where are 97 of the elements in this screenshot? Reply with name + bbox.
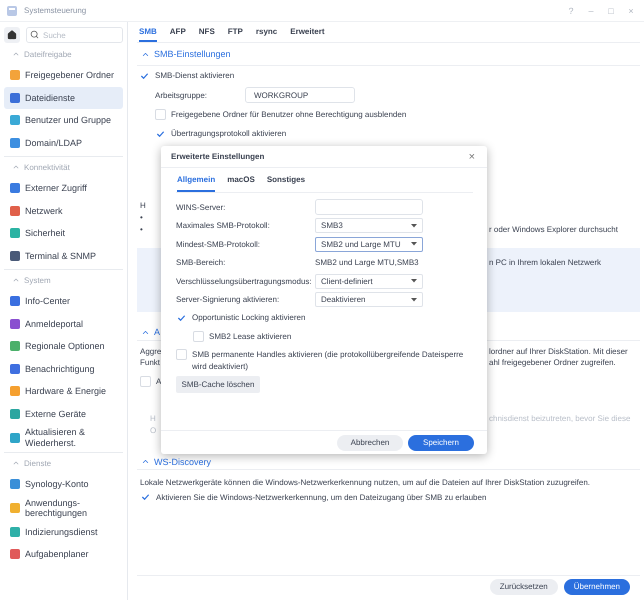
sidebar-item[interactable]: Regionale Optionen bbox=[4, 335, 123, 358]
text-fragment: ahl freigegebener Ordner zugreifen. bbox=[488, 358, 617, 367]
footer-button[interactable]: Zurücksetzen bbox=[490, 578, 558, 594]
sidebar-item[interactable]: Dateidienste bbox=[4, 86, 123, 109]
dialog-button[interactable]: Speichern bbox=[408, 434, 474, 450]
checkbox[interactable] bbox=[155, 109, 166, 120]
checkbox[interactable] bbox=[176, 349, 187, 360]
checkbox[interactable] bbox=[176, 312, 187, 324]
checkbox-label: Aktivieren Sie die Windows-Netzwerkerkennung, um den Dateizugang über SMB zu erlauben bbox=[156, 492, 486, 502]
section-title: A bbox=[154, 327, 160, 337]
field-label: WINS-Server: bbox=[176, 202, 226, 212]
group-title: Konnektivität bbox=[24, 162, 70, 172]
dropdown[interactable]: Deaktivieren bbox=[315, 292, 423, 308]
section-title: SMB-Einstellungen bbox=[154, 49, 231, 59]
checkbox-label: Freigegebene Ordner für Benutzer ohne Berechtigung ausblenden bbox=[171, 110, 406, 119]
checkbox[interactable] bbox=[193, 331, 204, 342]
chevron-icon bbox=[12, 50, 20, 58]
sidebar-item[interactable]: Indizierungsdienst bbox=[4, 520, 123, 543]
sidebar-item[interactable]: Benutzer und Gruppe bbox=[4, 109, 123, 132]
checkbox-label: SMB permanente Handles aktivieren (die protokollübergreifende Dateisperre wird deaktiviert) bbox=[192, 349, 464, 373]
sidebar-item[interactable]: Externer Zugriff bbox=[4, 177, 123, 200]
text-fragment: chnisdienst beizutreten, bevor Sie diese bbox=[488, 414, 632, 422]
sidebar-item[interactable]: Netzwerk bbox=[4, 200, 123, 222]
group-title: Dateifreigabe bbox=[24, 50, 72, 58]
sidebar-item[interactable]: Terminal & SNMP bbox=[4, 244, 123, 267]
dropdown[interactable]: SMB3 bbox=[315, 218, 423, 234]
sidebar-item[interactable]: Sicherheit bbox=[4, 222, 123, 244]
field-label: Verschlüsselungsübertragungsmodus: bbox=[176, 276, 313, 286]
search-field[interactable]: Suche bbox=[26, 27, 123, 43]
caret-icon bbox=[411, 224, 417, 228]
close-button[interactable]: × bbox=[468, 150, 475, 162]
field-label: Mindest-SMB-Protokoll: bbox=[176, 240, 262, 249]
description-text: Lokale Netzwerkgeräte können die Windows-Netzwerkerkennung nutzen, um auf die Dateien auf Ihrer DiskStation zuzugreifen. bbox=[140, 478, 590, 486]
checkbox-label: A bbox=[156, 376, 162, 386]
text-fragment: Aggre bbox=[140, 347, 162, 356]
group-title: System bbox=[24, 276, 51, 284]
sidebar-item[interactable]: Freigegebener Ordner bbox=[4, 64, 123, 86]
home-button[interactable] bbox=[4, 27, 20, 43]
tab[interactable]: rsync bbox=[256, 22, 278, 42]
sidebar-item[interactable]: Info-Center bbox=[4, 290, 123, 312]
sidebar-item[interactable]: Domain/LDAP bbox=[4, 132, 123, 154]
chevron-icon bbox=[141, 457, 150, 466]
sidebar-item[interactable]: Anmeldeportal bbox=[4, 312, 123, 335]
app-icon bbox=[6, 4, 18, 16]
home-icon bbox=[7, 30, 17, 40]
field-label: Arbeitsgruppe: bbox=[155, 90, 208, 100]
checkbox[interactable] bbox=[140, 492, 151, 502]
text-fragment: Funkt bbox=[140, 358, 160, 367]
sidebar-item[interactable]: Synology-Konto bbox=[4, 473, 123, 496]
field-label: Maximales SMB-Protokoll: bbox=[176, 221, 271, 230]
chevron-icon bbox=[12, 276, 20, 284]
chevron-icon bbox=[12, 459, 20, 467]
caret-icon bbox=[411, 279, 417, 284]
text-fragment: O bbox=[150, 426, 156, 434]
text-fragment: H bbox=[140, 200, 146, 210]
caret-icon bbox=[411, 298, 417, 302]
input-field[interactable] bbox=[315, 199, 423, 216]
field-value: SMB2 und Large MTU,SMB3 bbox=[315, 258, 420, 268]
text-fragment: lordner auf Ihrer DiskStation. Mit dieser bbox=[488, 347, 629, 356]
checkbox-label: SMB2 Lease aktivieren bbox=[209, 330, 292, 343]
sidebar-item[interactable]: Externe Geräte bbox=[4, 402, 123, 425]
dialog-title: Erweiterte Einstellungen bbox=[171, 152, 264, 161]
group-title: Dienste bbox=[24, 458, 52, 468]
dialog-button[interactable]: Abbrechen bbox=[337, 434, 403, 450]
window-title: Systemsteuerung bbox=[24, 6, 88, 15]
tab[interactable]: FTP bbox=[228, 22, 243, 42]
text-fragment: • bbox=[140, 212, 143, 222]
text-fragment: H bbox=[150, 414, 156, 422]
tab[interactable]: Allgemein bbox=[177, 168, 216, 192]
footer-button[interactable]: Übernehmen bbox=[564, 578, 630, 594]
tab[interactable]: Erweitert bbox=[290, 22, 324, 42]
text-fragment: • bbox=[140, 224, 143, 234]
tab[interactable]: AFP bbox=[170, 22, 186, 42]
dropdown[interactable]: SMB2 und Large MTU bbox=[315, 236, 423, 252]
clear-cache-button[interactable]: SMB-Cache löschen bbox=[176, 376, 260, 393]
sidebar-item[interactable]: Anwendungs-berechtigungen bbox=[4, 496, 123, 520]
info-text: n PC in Ihrem lokalen Netzwerk bbox=[488, 258, 602, 267]
tab[interactable]: NFS bbox=[198, 22, 215, 42]
tab[interactable]: macOS bbox=[227, 168, 255, 192]
field-label: Server-Signierung aktivieren: bbox=[176, 295, 280, 304]
search-icon bbox=[30, 30, 39, 39]
sidebar-item[interactable]: Aktualisieren & Wiederherst. bbox=[4, 425, 123, 450]
sidebar-item[interactable]: Hardware & Energie bbox=[4, 380, 123, 402]
sidebar-item[interactable]: Aufgabenplaner bbox=[4, 543, 123, 566]
sidebar-item[interactable]: Benachrichtigung bbox=[4, 358, 123, 380]
section-title: WS-Discovery bbox=[154, 456, 212, 466]
field-label: SMB-Bereich: bbox=[176, 258, 226, 268]
checkbox-label: SMB-Dienst aktivieren bbox=[155, 71, 234, 80]
checkbox[interactable] bbox=[140, 376, 151, 386]
text-fragment: r oder Windows Explorer durchsucht bbox=[488, 224, 619, 234]
chevron-icon bbox=[12, 163, 20, 171]
dropdown[interactable]: Client-definiert bbox=[315, 274, 423, 289]
checkbox-label: Übertragungsprotokoll aktivieren bbox=[171, 129, 286, 138]
tab[interactable]: SMB bbox=[139, 22, 157, 42]
input-field[interactable]: WORKGROUP bbox=[245, 87, 355, 103]
checkbox-label: Opportunistic Locking aktivieren bbox=[192, 312, 306, 324]
tab[interactable]: Sonstiges bbox=[266, 168, 306, 192]
